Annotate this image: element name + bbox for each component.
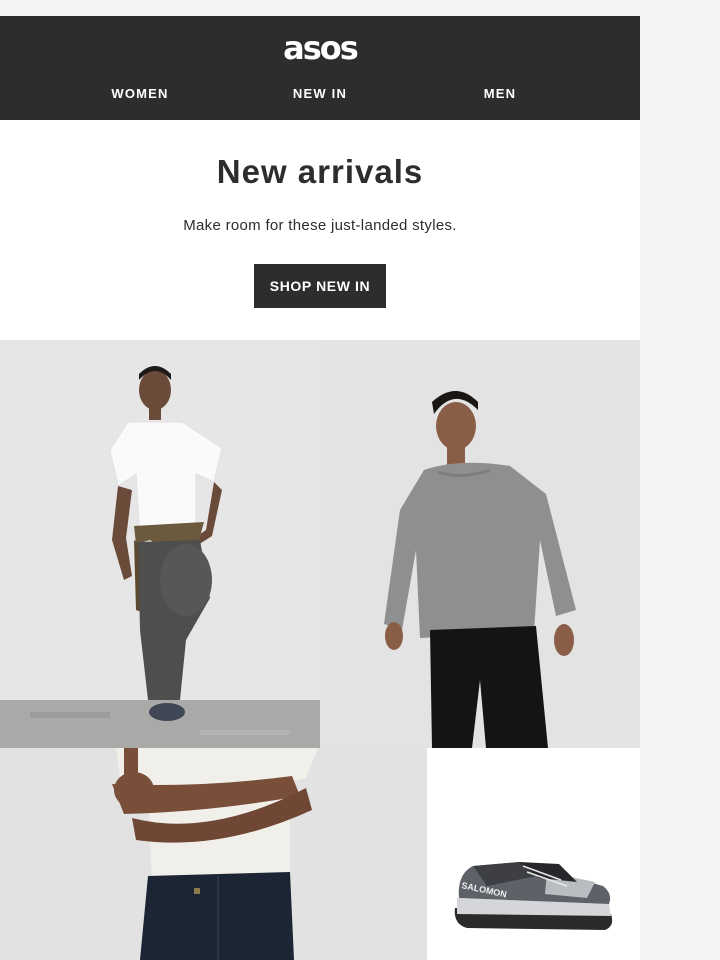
product-image-grid: SALOMON (0, 340, 640, 960)
email-container: asos WOMEN NEW IN MEN New arrivals Make … (0, 16, 640, 960)
product-photo-sneaker[interactable]: SALOMON (427, 748, 640, 960)
header-bar: asos WOMEN NEW IN MEN (0, 16, 640, 120)
hero-section: New arrivals Make room for these just-la… (0, 120, 640, 340)
model-photo-white-tee[interactable] (0, 340, 320, 748)
nav-link-men[interactable]: MEN (410, 86, 590, 102)
nav-link-women[interactable]: WOMEN (50, 86, 230, 102)
nav-link-new-in[interactable]: NEW IN (230, 86, 410, 102)
model-photo-crossed-arms[interactable] (0, 748, 427, 960)
hero-subtitle: Make room for these just-landed styles. (183, 217, 457, 234)
hero-title: New arrivals (216, 153, 424, 190)
asos-logo[interactable]: asos (0, 30, 640, 66)
main-nav: WOMEN NEW IN MEN (0, 86, 640, 106)
model-photo-grey-sweatshirt[interactable] (320, 340, 640, 748)
shop-new-in-button[interactable]: SHOP NEW IN (254, 264, 386, 308)
